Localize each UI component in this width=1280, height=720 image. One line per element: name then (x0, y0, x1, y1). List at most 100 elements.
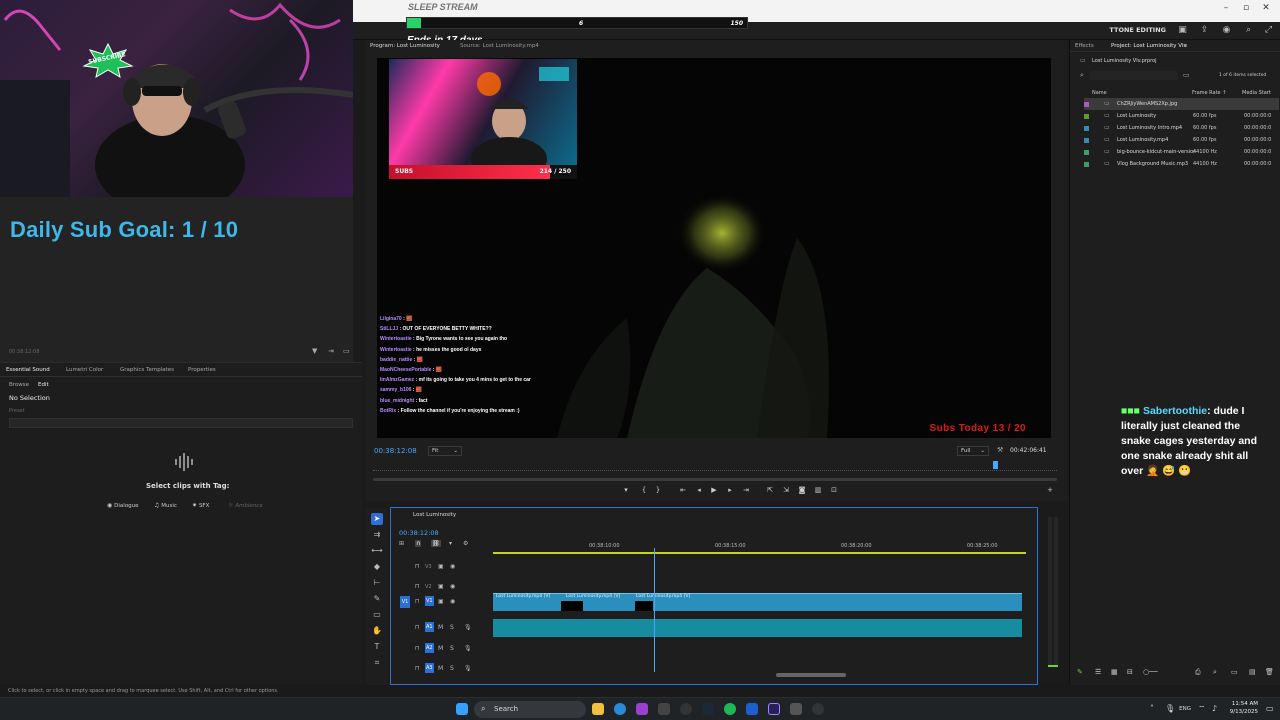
track-label[interactable]: V3 (425, 564, 432, 570)
share-icon[interactable]: ⇪ (1199, 25, 1210, 36)
label-color-swatch[interactable] (1084, 126, 1089, 131)
timeline-timecode[interactable]: 00:38:12:08 (399, 529, 439, 537)
premiere-icon[interactable] (768, 703, 780, 715)
project-search-input[interactable] (1090, 71, 1178, 80)
taskbar-search[interactable]: ⌕ Search (474, 701, 586, 718)
source-patch[interactable]: V1 (400, 596, 410, 608)
project-item[interactable]: ▭ ChZRJiyWenAMS2Xp.jpg (1084, 98, 1279, 110)
freeform-view-icon[interactable]: ⊟ (1127, 668, 1133, 676)
write-icon[interactable]: ✎ (1077, 668, 1083, 676)
label-color-swatch[interactable] (1084, 102, 1089, 107)
progress-icon[interactable]: ◉ (1221, 25, 1232, 36)
filter-icon[interactable]: ▼ (312, 347, 317, 355)
track-label[interactable]: V1 (425, 596, 434, 606)
program-viewer[interactable]: SUBS 214 / 250 Lilgina70 : 🧱 StiLLJJ : OU… (377, 58, 1051, 438)
minimize-button[interactable]: – (1218, 3, 1234, 13)
notification-icon[interactable]: ▭ (1266, 704, 1274, 713)
settings-icon[interactable]: ⚙ (463, 540, 468, 547)
add-marker-button[interactable]: ▾ (620, 486, 632, 494)
track-label[interactable]: A3 (425, 663, 434, 673)
lock-icon[interactable]: ⊓ (415, 624, 420, 631)
comparison-view-button[interactable]: ▥ (812, 486, 824, 494)
slip-tool-icon[interactable]: ⊢ (371, 577, 383, 589)
pen-tool-icon[interactable]: ✎ (371, 593, 383, 605)
camera-icon[interactable]: ◙ (796, 486, 808, 494)
language-indicator[interactable]: ENG (1179, 706, 1191, 712)
track-header-a3[interactable]: ⊓ A3 M S 🎙 (394, 661, 490, 679)
app-icon-2[interactable] (812, 703, 824, 715)
add-marker-icon[interactable]: ▾ (449, 540, 452, 547)
label-color-swatch[interactable] (1084, 138, 1089, 143)
zoom-slider[interactable]: ○── (1143, 668, 1158, 676)
eye-icon[interactable]: ◉ (450, 598, 455, 605)
video-clip[interactable]: Lost Luminosity.mp4 [V] (633, 593, 1022, 611)
sync-lock-icon[interactable]: ▣ (438, 563, 444, 570)
track-label[interactable]: V2 (425, 584, 432, 590)
new-bin-icon[interactable]: ▭ (1183, 71, 1190, 79)
eye-icon[interactable]: ◉ (450, 563, 455, 570)
col-name[interactable]: Name (1092, 90, 1107, 96)
program-playhead[interactable] (993, 461, 999, 469)
volume-icon[interactable]: ♪ (1212, 704, 1217, 713)
mic-icon[interactable]: 🎙 (1165, 704, 1175, 713)
restore-button[interactable]: ▫ (1238, 3, 1254, 13)
tag-dialogue[interactable]: ◉ Dialogue (107, 501, 139, 509)
ripple-edit-tool-icon[interactable]: ⟷ (371, 545, 383, 557)
caption-tool-icon[interactable]: ⌗ (371, 657, 383, 669)
tag-music[interactable]: ♫ Music (154, 501, 177, 509)
wrench-icon[interactable]: ⚒ (997, 446, 1003, 454)
mute-icon[interactable]: M (438, 645, 443, 652)
safe-margins-button[interactable]: ⊡ (828, 486, 840, 494)
solo-icon[interactable]: S (450, 665, 454, 672)
spotify-icon[interactable] (724, 703, 736, 715)
close-button[interactable]: ✕ (1258, 3, 1274, 13)
audio-clip[interactable] (493, 619, 563, 637)
work-area-bar[interactable] (493, 552, 1026, 554)
solo-icon[interactable]: S (450, 645, 454, 652)
timeline-scrollbar[interactable] (776, 673, 846, 677)
type-tool-icon[interactable]: T (371, 641, 383, 653)
audio-clip[interactable] (633, 619, 1022, 637)
project-item[interactable]: ▭ Lost Luminosity Intro.mp4 60.00 fps 00:00… (1084, 122, 1279, 134)
tag-sfx[interactable]: ✷ SFX (192, 501, 209, 509)
track-header-a1[interactable]: ⊓ A1 M S 🎙 (394, 620, 490, 638)
subtab-browse[interactable]: Browse (9, 382, 29, 388)
clock-date[interactable]: 9/13/2025 (1230, 709, 1258, 715)
source-tab[interactable]: Source: Lost Luminosity.mp4 (460, 43, 539, 49)
project-item[interactable]: ▭ Vlog Background Music.mp3 44100 Hz 00:00:… (1084, 158, 1279, 170)
file-explorer-icon[interactable] (592, 703, 604, 715)
start-icon[interactable] (456, 703, 468, 715)
mark-out-button[interactable]: } (652, 486, 664, 494)
tab-effects[interactable]: Effects (1075, 43, 1094, 49)
razor-tool-icon[interactable]: ◆ (371, 561, 383, 573)
tab-lumetri-color[interactable]: Lumetri Color (66, 367, 103, 373)
nest-icon[interactable]: ⊞ (399, 540, 404, 547)
settings-icon[interactable] (790, 703, 802, 715)
sync-lock-icon[interactable]: ▣ (438, 583, 444, 590)
audio-clip[interactable] (563, 619, 633, 637)
label-color-swatch[interactable] (1084, 150, 1089, 155)
program-timecode[interactable]: 00:38:12:08 (374, 447, 417, 455)
lock-icon[interactable]: ⊓ (415, 645, 420, 652)
track-header-v1[interactable]: V1 ⊓ V1 ▣ ◉ (394, 594, 490, 612)
transition[interactable] (635, 601, 653, 611)
find-icon[interactable]: ⌕ (1213, 668, 1217, 677)
linked-selection-icon[interactable]: ⛓ (431, 540, 441, 547)
panel-menu-icon[interactable]: ≡ (1183, 43, 1188, 49)
project-item[interactable]: ▭ Lost Luminosity.mp4 60.00 fps 00:00:00:0 (1084, 134, 1279, 146)
shield-icon[interactable] (746, 703, 758, 715)
sequence-tab[interactable]: Lost Luminosity (413, 512, 456, 518)
eye-icon[interactable]: ◉ (450, 583, 455, 590)
selection-tool-icon[interactable]: ➤ (371, 513, 383, 525)
program-scrollbar[interactable] (373, 478, 1057, 481)
panel-icon[interactable]: ▣ (1177, 25, 1188, 36)
lock-icon[interactable]: ⊓ (415, 598, 420, 605)
tab-project[interactable]: Project: Lost Luminosity Vlv (1111, 43, 1187, 49)
steam-icon[interactable] (702, 703, 714, 715)
add-button[interactable]: + (1044, 486, 1056, 494)
obs-icon[interactable] (680, 703, 692, 715)
program-time-ruler[interactable] (373, 461, 1057, 471)
resolution-select[interactable]: Full ⌄ (957, 446, 989, 456)
mute-icon[interactable]: M (438, 624, 443, 631)
tab-properties[interactable]: Properties (188, 367, 216, 373)
